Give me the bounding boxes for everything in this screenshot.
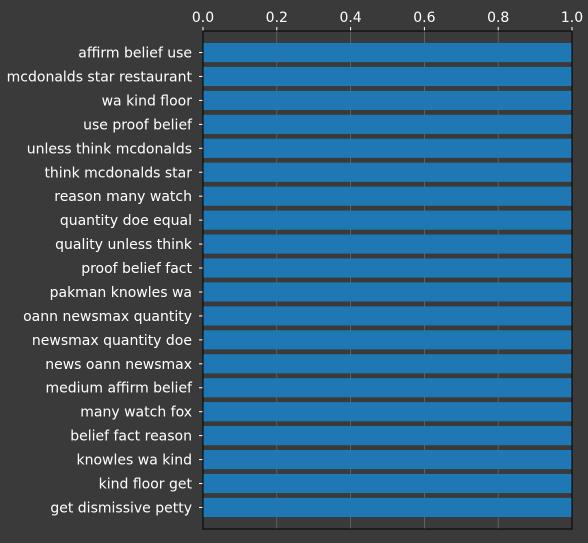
bar [203, 90, 572, 111]
y-tick-label: news oann newsmax [45, 357, 192, 373]
bar [203, 378, 572, 398]
bar [203, 402, 572, 422]
bar [203, 330, 572, 350]
y-tick-label: newsmax quantity doe [32, 333, 192, 349]
bar [203, 258, 572, 278]
x-tick-label: 0.2 [266, 10, 288, 26]
bar [203, 114, 572, 134]
bar-chart: affirm belief use mcdonalds star restaura… [7, 10, 583, 530]
bar [203, 473, 572, 494]
x-tick-label: 0.8 [487, 10, 509, 26]
y-tick-label: quality unless think [55, 237, 193, 253]
x-tick-label: 0.0 [192, 10, 214, 26]
bar [203, 497, 572, 518]
y-tick-label: wa kind floor [102, 93, 193, 109]
y-tick-label: belief fact reason [70, 429, 192, 445]
bar [203, 138, 572, 158]
y-tick-label: unless think mcdonalds [27, 141, 192, 157]
x-tick-labels: 0.0 0.2 0.4 0.6 0.8 1.0 [192, 10, 583, 31]
x-tick-label: 1.0 [561, 10, 583, 26]
y-tick-label: pakman knowles wa [50, 285, 192, 301]
bar [203, 186, 572, 206]
y-tick-label: proof belief fact [81, 261, 192, 277]
bar [203, 66, 572, 87]
chart-container: affirm belief use mcdonalds star restaura… [0, 0, 588, 539]
y-tick-label: kind floor get [99, 477, 193, 493]
y-tick-label: medium affirm belief [45, 381, 193, 397]
bar [203, 426, 572, 446]
bar [203, 42, 572, 63]
bar [203, 162, 572, 182]
y-tick-label: quantity doe equal [60, 213, 192, 229]
bar [203, 306, 572, 326]
bar [203, 210, 572, 230]
bar [203, 354, 572, 374]
y-tick-label: oann newsmax quantity [23, 309, 192, 325]
x-tick-label: 0.6 [413, 10, 435, 26]
y-tick-labels: affirm belief use mcdonalds star restaura… [7, 46, 203, 516]
y-tick-label: reason many watch [54, 189, 192, 205]
y-tick-label: think mcdonalds star [44, 165, 192, 181]
y-tick-label: affirm belief use [78, 46, 192, 62]
y-tick-label: knowles wa kind [77, 453, 192, 469]
y-tick-label: use proof belief [83, 117, 193, 133]
bar [203, 449, 572, 470]
y-tick-label: many watch fox [80, 405, 192, 421]
bar [203, 234, 572, 254]
y-tick-label: get dismissive petty [50, 500, 192, 516]
y-tick-label: mcdonalds star restaurant [7, 69, 193, 85]
bar [203, 282, 572, 302]
x-tick-label: 0.4 [339, 10, 361, 26]
